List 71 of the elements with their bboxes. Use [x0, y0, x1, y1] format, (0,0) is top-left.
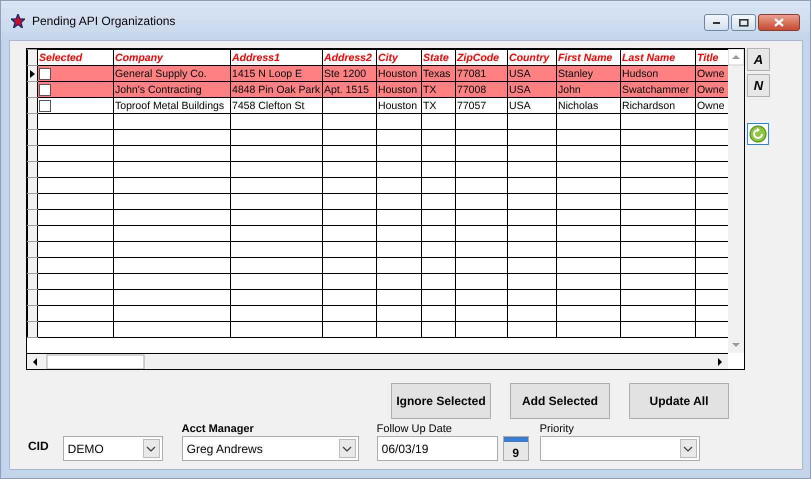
- table-cell: Hudson: [622, 68, 658, 80]
- table-cell: Swatchammer: [622, 84, 690, 96]
- minimize-button[interactable]: [704, 14, 729, 31]
- table-cell: TX: [423, 100, 436, 112]
- side-button[interactable]: A: [747, 48, 770, 71]
- table-cell: 77057: [457, 100, 486, 112]
- caret-icon: [683, 446, 694, 452]
- maximize-icon: [738, 18, 748, 26]
- table-cell: General Supply Co.: [115, 68, 207, 80]
- table-cell: Houston: [378, 68, 418, 80]
- table-cell: USA: [509, 68, 531, 80]
- caret-icon: [342, 446, 352, 452]
- table-cell: Apt. 1515: [324, 84, 369, 96]
- column-header[interactable]: ZipCode: [456, 50, 508, 66]
- field-label: CID: [28, 439, 49, 453]
- calendar-button[interactable]: 9: [502, 436, 529, 461]
- table-cell: 4848 Pin Oak Park: [232, 84, 320, 96]
- table-cell: USA: [509, 84, 531, 96]
- row-checkbox[interactable]: [39, 84, 51, 96]
- field-label: Follow Up Date: [376, 423, 453, 435]
- column-header[interactable]: First Name: [556, 50, 620, 66]
- refresh-button[interactable]: [747, 123, 769, 145]
- dropdown[interactable]: Greg Andrews: [182, 436, 359, 461]
- close-icon: [774, 18, 784, 27]
- table-cell: Nicholas: [558, 100, 598, 112]
- table-cell: 7458 Clefton St: [232, 100, 304, 112]
- app-icon: [11, 14, 25, 28]
- column-header[interactable]: Last Name: [620, 50, 696, 66]
- window-title: Pending API Organizations: [32, 14, 176, 28]
- column-header[interactable]: Country: [508, 50, 556, 66]
- table-cell: 77081: [457, 68, 486, 80]
- action-button[interactable]: Ignore Selected: [391, 383, 491, 419]
- table-cell: John's Contracting: [115, 84, 202, 96]
- table-cell: Owne: [697, 100, 724, 112]
- horizontal-scrollbar[interactable]: [27, 353, 728, 369]
- table-cell: Ste 1200: [324, 68, 366, 80]
- vertical-scrollbar[interactable]: [728, 49, 744, 353]
- column-header[interactable]: Address1: [230, 50, 322, 66]
- column-header[interactable]: Address2: [322, 50, 376, 66]
- table-cell: Owne: [697, 68, 724, 80]
- field-label: Acct Manager: [182, 423, 255, 435]
- side-button[interactable]: N: [747, 74, 770, 97]
- minimize-icon: [713, 22, 720, 24]
- action-button[interactable]: Update All: [629, 383, 729, 419]
- table-cell: USA: [509, 100, 531, 112]
- table-cell: Texas: [423, 68, 450, 80]
- table-cell: Stanley: [558, 68, 594, 80]
- column-header[interactable]: Title: [696, 50, 728, 66]
- close-button[interactable]: [758, 14, 800, 31]
- table-cell: Houston: [378, 100, 418, 112]
- table-cell: TX: [423, 84, 436, 96]
- column-header[interactable]: Selected: [38, 50, 114, 66]
- maximize-button[interactable]: [731, 14, 756, 31]
- date-field[interactable]: 06/03/19: [376, 436, 498, 461]
- table-cell: 1415 N Loop E: [232, 68, 302, 80]
- table-cell: Owne: [697, 84, 724, 96]
- action-button[interactable]: Add Selected: [510, 383, 610, 419]
- table-cell: Richardson: [622, 100, 676, 112]
- column-header[interactable]: City: [376, 50, 422, 66]
- field-label: Priority: [540, 423, 575, 435]
- caret-icon: [146, 446, 156, 452]
- row-checkbox[interactable]: [39, 68, 51, 80]
- row-checkbox[interactable]: [39, 100, 51, 112]
- column-header[interactable]: State: [422, 50, 456, 66]
- dropdown[interactable]: DEMO: [62, 436, 163, 461]
- table-cell: 77008: [457, 84, 486, 96]
- table-cell: Houston: [378, 84, 418, 96]
- table-cell: Toproof Metal Buildings: [115, 100, 224, 112]
- column-header[interactable]: Company: [114, 50, 230, 66]
- table-cell: John: [558, 84, 581, 96]
- refresh-icon: [749, 125, 767, 143]
